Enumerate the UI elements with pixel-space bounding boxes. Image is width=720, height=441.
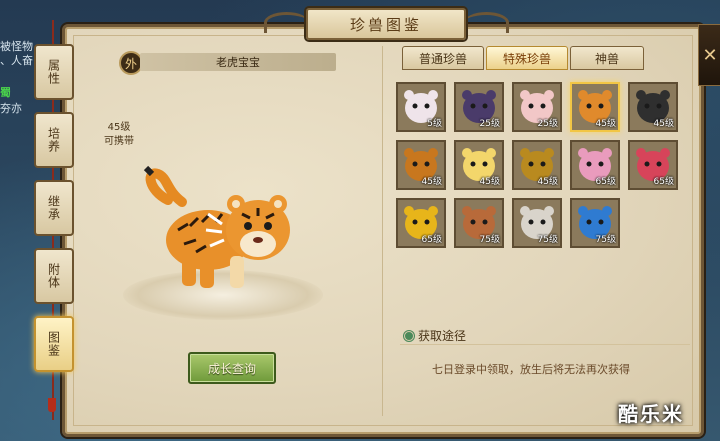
pet-cell-level: 65级 xyxy=(595,177,616,187)
close-button[interactable]: ✕ xyxy=(698,24,720,86)
pet-cell[interactable]: 65级 xyxy=(396,198,446,248)
pet-cell[interactable]: 25级 xyxy=(512,82,562,132)
side-tab-encyclopedia[interactable]: 图鉴 xyxy=(34,316,74,372)
pet-cell[interactable]: 65级 xyxy=(628,140,678,190)
pet-carry-label: 可携带 xyxy=(104,136,134,147)
panel-title-text: 珍兽图鉴 xyxy=(349,15,422,34)
pet-cell[interactable]: 45级 xyxy=(628,82,678,132)
pet-cell-level: 45级 xyxy=(479,177,500,187)
pet-cell[interactable]: 75级 xyxy=(454,198,504,248)
acquire-divider xyxy=(400,344,690,345)
pet-name-bar: 老虎宝宝 xyxy=(140,53,336,71)
pet-cell-level: 45级 xyxy=(537,177,558,187)
side-tab-cultivate[interactable]: 培养 xyxy=(34,112,74,168)
title-ornament-left xyxy=(264,12,309,33)
pet-cell-level: 65级 xyxy=(653,177,674,187)
title-ornament-right xyxy=(464,12,509,33)
pet-cell-level: 75级 xyxy=(537,235,558,245)
panel-title: 珍兽图鉴 xyxy=(306,8,466,40)
pet-cell-level: 45级 xyxy=(653,119,674,129)
acquire-section-title: 获取途径 xyxy=(404,327,466,344)
acquire-description: 七日登录中领取，放生后将无法再次获得 xyxy=(432,363,630,376)
tab-label: 神兽 xyxy=(594,51,619,66)
pet-cell[interactable]: 5级 xyxy=(396,82,446,132)
acquire-title-text: 获取途径 xyxy=(418,329,467,343)
bullet-icon xyxy=(404,330,414,341)
tab-normal-pets[interactable]: 普通珍兽 xyxy=(402,46,484,70)
tiger-pet-model xyxy=(143,165,290,288)
tab-label: 特殊珍兽 xyxy=(502,51,551,66)
pet-cell[interactable]: 25级 xyxy=(454,82,504,132)
pet-name: 老虎宝宝 xyxy=(216,56,260,69)
pet-level-info: 45级 可携带 xyxy=(99,121,139,149)
pet-cell[interactable]: 45级 xyxy=(396,140,446,190)
tab-divine-beasts[interactable]: 神兽 xyxy=(570,46,644,70)
pet-level: 45级 xyxy=(107,122,131,133)
side-tab-label: 属性 xyxy=(46,59,61,85)
site-watermark: 酷乐米 xyxy=(618,402,684,426)
close-icon: ✕ xyxy=(702,44,718,66)
pet-cell[interactable]: 65级 xyxy=(570,140,620,190)
tab-label: 普通珍兽 xyxy=(418,51,467,66)
side-tab-attributes[interactable]: 属性 xyxy=(34,44,74,100)
pet-cell-level: 45级 xyxy=(595,119,616,129)
side-tab-label: 继承 xyxy=(46,195,61,221)
side-tab-label: 附体 xyxy=(46,263,61,289)
pet-cell-level: 75级 xyxy=(479,235,500,245)
pet-cell[interactable]: 75级 xyxy=(512,198,562,248)
pet-cell[interactable]: 45级 xyxy=(454,140,504,190)
side-tab-possess[interactable]: 附体 xyxy=(34,248,74,304)
growth-query-label: 成长查询 xyxy=(207,361,256,376)
pet-cell[interactable]: 45级 xyxy=(570,82,620,132)
side-tab-inherit[interactable]: 继承 xyxy=(34,180,74,236)
pet-cell-level: 25级 xyxy=(537,119,558,129)
tab-special-pets[interactable]: 特殊珍兽 xyxy=(486,46,568,70)
pet-cell-level: 25级 xyxy=(479,119,500,129)
pet-cell[interactable]: 45级 xyxy=(512,140,562,190)
pet-cell-level: 65级 xyxy=(421,235,442,245)
growth-query-button[interactable]: 成长查询 xyxy=(188,352,276,384)
side-tab-label: 图鉴 xyxy=(46,331,61,357)
pet-cell-level: 45级 xyxy=(421,177,442,187)
tassel-ornament xyxy=(48,398,56,412)
pet-cell-level: 75级 xyxy=(595,235,616,245)
pet-cell[interactable]: 75级 xyxy=(570,198,620,248)
side-tab-label: 培养 xyxy=(46,127,61,153)
pet-cell-level: 5级 xyxy=(427,119,442,129)
panel-divider xyxy=(382,46,383,416)
